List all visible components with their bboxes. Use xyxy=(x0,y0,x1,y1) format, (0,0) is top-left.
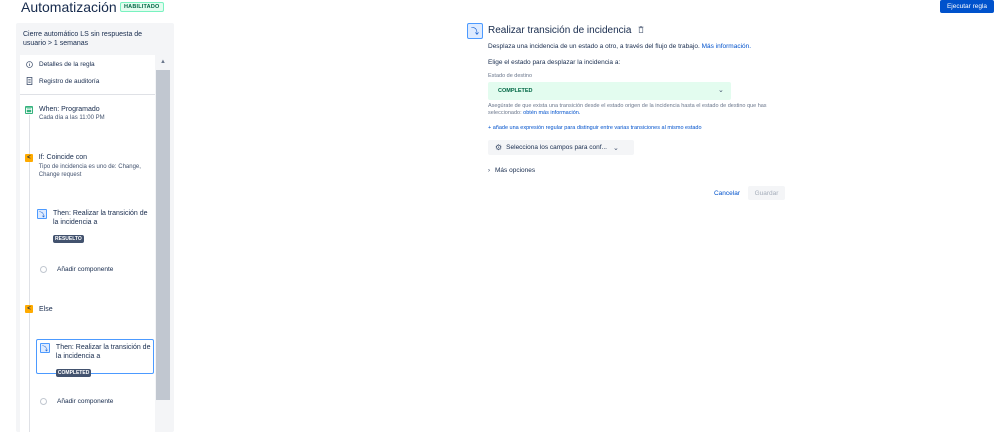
select-fields-button[interactable]: ⚙ Selecciona los campos para conf... ⌄ xyxy=(488,140,634,155)
selected-state-value: COMPLETED xyxy=(498,88,533,94)
document-icon xyxy=(25,77,33,85)
audit-log-link[interactable]: Registro de auditoría xyxy=(25,77,99,85)
destination-state-label: Estado de destino xyxy=(488,73,533,79)
more-options-toggle[interactable]: › Más opciones xyxy=(488,167,535,174)
action-component-1[interactable]: ⤵ Then: Realizar la transición de la inc… xyxy=(37,209,152,245)
more-options-label: Más opciones xyxy=(495,167,536,174)
chevron-right-icon: › xyxy=(488,167,490,174)
more-info-link[interactable]: Más información. xyxy=(702,43,752,50)
component-description: Desplaza una incidencia de un estado a o… xyxy=(488,43,751,50)
transition-icon: ⤵ xyxy=(467,23,483,39)
trigger-desc: Cada día a las 11:00 PM xyxy=(39,115,105,121)
info-icon xyxy=(25,60,33,68)
audit-log-label: Registro de auditoría xyxy=(39,77,100,85)
cancel-button[interactable]: Cancelar xyxy=(709,186,745,200)
else-component[interactable]: < Else xyxy=(25,305,53,313)
trigger-component[interactable]: When: Programado Cada día a las 11:00 PM xyxy=(25,106,150,121)
run-rule-button[interactable]: Ejecutar regla xyxy=(940,0,994,13)
chevron-down-icon: ⌄ xyxy=(612,144,619,152)
add-node-icon xyxy=(40,398,47,405)
destination-state-select[interactable]: COMPLETED ⌄ xyxy=(488,82,731,100)
trash-icon[interactable] xyxy=(638,26,644,35)
status-lozenge: COMPLETED xyxy=(55,369,92,377)
scroll-up-arrow-icon[interactable]: ▲ xyxy=(156,55,170,69)
gear-icon: ⚙ xyxy=(495,143,503,152)
rule-name: Cierre automático LS sin respuesta de us… xyxy=(23,31,143,47)
component-title-text: Realizar transición de incidencia xyxy=(488,25,632,36)
page-title: Automatización xyxy=(21,0,117,15)
description-text: Desplaza una incidencia de un estado a o… xyxy=(488,43,700,50)
branch-icon: < xyxy=(25,305,33,313)
condition-component[interactable]: < If: Coincide con Tipo de incidencia es… xyxy=(25,154,150,179)
add-node-icon xyxy=(40,266,47,273)
transition-hint: Asegúrate de que exista una transición d… xyxy=(488,103,788,117)
add-component-button-1[interactable]: Añadir componente xyxy=(40,266,113,273)
status-lozenge: RESUELTO xyxy=(53,235,84,243)
calendar-icon xyxy=(25,106,33,114)
else-label: Else xyxy=(39,305,53,313)
add-component-label: Añadir componente xyxy=(57,266,114,273)
select-fields-label: Selecciona los campos para conf... xyxy=(506,144,607,151)
sidebar-divider xyxy=(20,94,155,95)
trigger-title: When: Programado xyxy=(39,106,100,113)
rule-details-link[interactable]: Detalles de la regla xyxy=(25,60,95,68)
scrollbar-thumb[interactable] xyxy=(156,70,170,400)
add-component-label: Añadir componente xyxy=(57,398,114,405)
save-button[interactable]: Guardar xyxy=(748,186,785,200)
action-component-2-selected[interactable]: ⤵ Then: Realizar la transición de la inc… xyxy=(36,339,154,377)
choose-state-label: Elige el estado para desplazar la incide… xyxy=(488,59,621,66)
add-regex-link[interactable]: + añade una expresión regular para disti… xyxy=(488,125,702,131)
condition-desc: Tipo de incidencia es uno de: Change, Ch… xyxy=(38,164,141,178)
transition-icon: ⤵ xyxy=(40,343,50,353)
status-badge: HABILITADO xyxy=(120,2,164,12)
transition-icon: ⤵ xyxy=(37,209,47,219)
chevron-down-icon: ⌄ xyxy=(718,87,724,94)
learn-more-link[interactable]: obtén más información. xyxy=(523,110,580,116)
action-title-1: Then: Realizar la transición de la incid… xyxy=(53,210,148,226)
condition-title: If: Coincide con xyxy=(38,154,87,161)
component-title: Realizar transición de incidencia xyxy=(488,25,644,36)
action-title-2: Then: Realizar la transición de la incid… xyxy=(55,344,151,360)
branch-icon: < xyxy=(25,154,33,162)
add-component-button-2[interactable]: Añadir componente xyxy=(40,398,113,405)
rule-details-label: Detalles de la regla xyxy=(39,60,95,68)
